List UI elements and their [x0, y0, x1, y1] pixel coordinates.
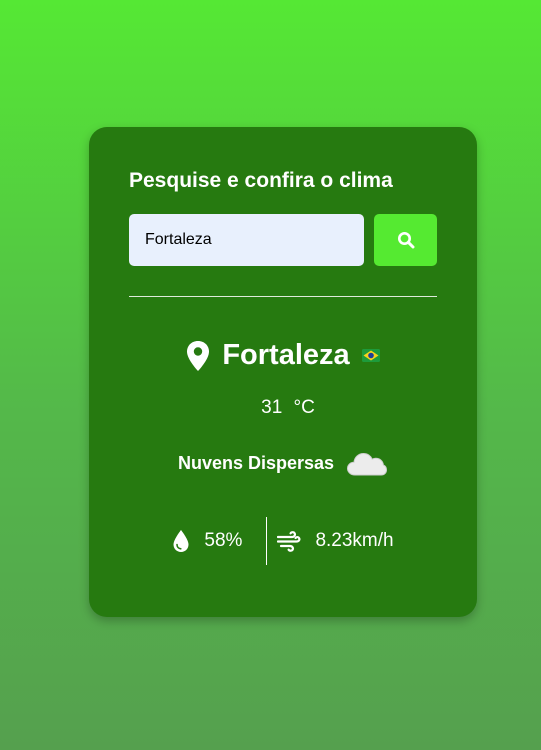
- city-name: Fortaleza: [222, 339, 350, 371]
- temperature-row: 31 °C: [89, 397, 477, 419]
- description-row: Nuvens Dispersas: [89, 449, 477, 477]
- water-drop-icon: [173, 530, 189, 552]
- wind-icon: [277, 531, 301, 552]
- temperature-unit: °C: [293, 397, 315, 418]
- stats-divider: [266, 517, 268, 565]
- search-title: Pesquise e confira o clima: [129, 169, 393, 192]
- humidity-value: 58%: [204, 530, 243, 551]
- search-button[interactable]: [374, 214, 437, 266]
- location-pin-icon: [187, 340, 210, 371]
- wind-stat: 8.23km/h: [277, 530, 394, 552]
- weather-card: Pesquise e confira o clima Fortaleza 31 …: [89, 127, 477, 617]
- stats-row: 58% 8.23km/h: [89, 517, 477, 565]
- search-icon: [397, 232, 414, 249]
- wind-value: 8.23km/h: [315, 530, 394, 551]
- weather-description: Nuvens Dispersas: [177, 452, 335, 473]
- temperature-value: 31: [261, 397, 283, 418]
- city-row: Fortaleza: [89, 339, 477, 372]
- divider: [129, 296, 437, 297]
- brazil-flag-icon: [361, 349, 380, 362]
- city-search-input[interactable]: [129, 214, 364, 266]
- humidity-stat: 58%: [172, 529, 242, 553]
- cloud-icon: [347, 452, 388, 476]
